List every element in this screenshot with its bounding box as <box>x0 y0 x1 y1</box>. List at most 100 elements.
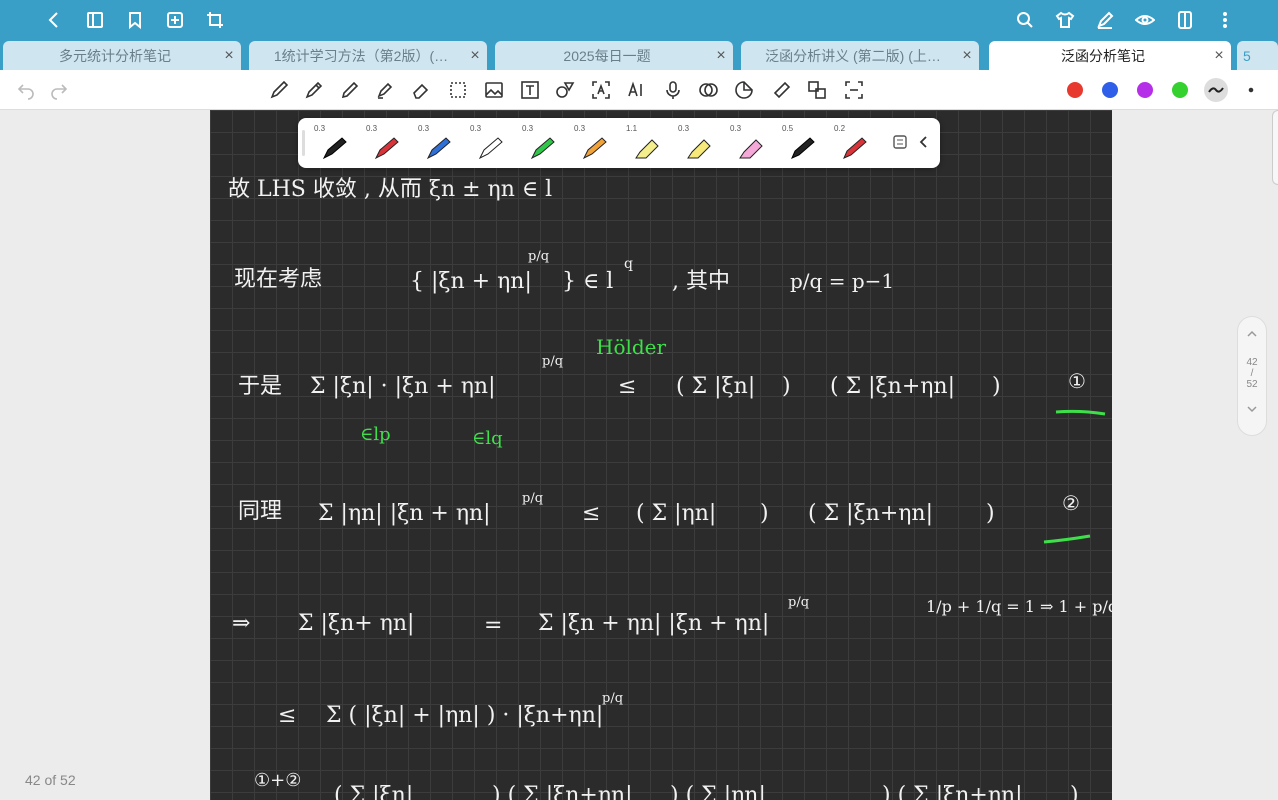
drawing-toolbar <box>0 70 1278 110</box>
note-line-7b: ( Σ |ξn| <box>334 783 413 800</box>
pen-icon <box>791 137 815 159</box>
highlighter-preset-1[interactable]: 1.1 <box>622 122 670 164</box>
math-ink-icon[interactable] <box>697 79 719 101</box>
close-icon[interactable]: × <box>1207 47 1231 65</box>
search-icon[interactable] <box>1013 8 1037 32</box>
note-line-2e: q <box>624 256 633 272</box>
eraser-icon[interactable] <box>410 79 432 101</box>
pen-size-label: 0.3 <box>522 124 534 133</box>
color-red[interactable] <box>1067 82 1083 98</box>
tab-functional-analysis-lectures[interactable]: 泛函分析讲义 (第二版) (上… × <box>741 41 979 70</box>
tab-label: 泛函分析笔记 <box>1061 47 1145 64</box>
shape-icon[interactable] <box>554 79 576 101</box>
collapse-palette-icon[interactable] <box>916 134 932 150</box>
highlighter-icon[interactable] <box>374 79 396 101</box>
pen-preset-5[interactable]: 0.3 <box>518 122 566 164</box>
pen-preset-8[interactable]: 0.2 <box>830 122 878 164</box>
pen-preset-3[interactable]: 0.3 <box>414 122 462 164</box>
eye-icon[interactable] <box>1133 8 1157 32</box>
nav-current-page: 42 <box>1246 357 1258 368</box>
handwritten-notes: 故 LHS 收敛 , 从而 ξn ± ηn ∈ l 现在考虑 { |ξn + η… <box>228 177 1112 800</box>
page-navigator: 42 / 52 <box>1237 316 1267 436</box>
image-icon[interactable] <box>483 79 505 101</box>
tab-daily-problem[interactable]: 2025每日一题 × <box>495 41 733 70</box>
pen-preset-7[interactable]: 0.5 <box>778 122 826 164</box>
pen-size-label: 0.3 <box>470 124 482 133</box>
highlighter-preset-2[interactable]: 0.3 <box>674 122 722 164</box>
note-line-2d: } ∈ l <box>562 269 613 294</box>
tab-statistical-learning[interactable]: 1统计学习方法（第2版）(… × <box>249 41 487 70</box>
bookmark-icon[interactable] <box>123 8 147 32</box>
more-dot-icon[interactable] <box>1240 79 1262 101</box>
note-line-3a: 于是 <box>238 374 282 399</box>
tab-overflow-count: 5 <box>1243 47 1251 64</box>
page-down-icon[interactable] <box>1238 402 1266 416</box>
note-line-4a: 同理 <box>238 499 282 524</box>
note-line-5c: = <box>484 613 502 638</box>
close-icon[interactable]: × <box>955 47 979 65</box>
pen-preset-1[interactable]: 0.3 <box>310 122 358 164</box>
note-exp-pq-1: p/q <box>542 354 563 369</box>
color-blue[interactable] <box>1102 82 1118 98</box>
close-icon[interactable]: × <box>217 47 241 65</box>
redo-icon[interactable] <box>48 79 70 101</box>
pen-icon <box>322 137 347 160</box>
shirt-icon[interactable] <box>1053 8 1077 32</box>
pen-preset-6[interactable]: 0.3 <box>570 122 618 164</box>
note-line-3e: ) <box>782 374 791 399</box>
side-panel-handle[interactable] <box>1272 110 1278 185</box>
nav-separator: / <box>1250 368 1254 379</box>
add-page-icon[interactable] <box>163 8 187 32</box>
note-line-3g: ) <box>992 374 1001 399</box>
tab-overflow[interactable]: 5 <box>1237 41 1278 70</box>
note-line-3b: Σ |ξn| · |ξn + ηn| <box>310 374 496 399</box>
tab-label: 1统计学习方法（第2版）(… <box>273 47 449 64</box>
fountain-pen-icon[interactable] <box>268 79 290 101</box>
note-line-1: 故 LHS 收敛 , 从而 ξn ± ηn ∈ l <box>228 177 552 202</box>
ocr-icon[interactable] <box>843 79 865 101</box>
note-line-4f: ( Σ |ξn+ηn| <box>808 501 933 526</box>
sticker-icon[interactable] <box>733 79 755 101</box>
holder-label: Hölder <box>596 335 667 359</box>
back-icon[interactable] <box>42 8 66 32</box>
stroke-style-icon[interactable] <box>1204 78 1228 102</box>
palette-settings-icon[interactable] <box>892 134 908 150</box>
highlighter-preset-3[interactable]: 0.3 <box>726 122 774 164</box>
note-line-5a: ⇒ <box>232 611 250 636</box>
pen-preset-4[interactable]: 0.3 <box>466 122 514 164</box>
close-icon[interactable]: × <box>463 47 487 65</box>
pen-mode-icon[interactable] <box>1093 8 1117 32</box>
close-icon[interactable]: × <box>709 47 733 65</box>
note-canvas[interactable]: 故 LHS 收敛 , 从而 ξn ± ηn ∈ l 现在考虑 { |ξn + η… <box>210 110 1112 800</box>
ballpoint-pen-icon[interactable] <box>339 79 361 101</box>
tab-multivariate-notes[interactable]: 多元统计分析笔记 × <box>3 41 241 70</box>
page-up-icon[interactable] <box>1238 327 1266 341</box>
pen-preset-2[interactable]: 0.3 <box>362 122 410 164</box>
text-recognition-icon[interactable] <box>590 79 612 101</box>
color-green[interactable] <box>1172 82 1188 98</box>
tape-icon[interactable] <box>771 79 793 101</box>
pencil-icon[interactable] <box>303 79 325 101</box>
microphone-icon[interactable] <box>662 79 684 101</box>
pen-size-label: 0.3 <box>366 124 378 133</box>
note-line-4b: Σ |ηn| |ξn + ηn| <box>318 501 491 526</box>
pen-size-label: 0.3 <box>730 124 742 133</box>
pen-size-label: 0.5 <box>782 124 794 133</box>
crop-icon[interactable] <box>203 8 227 32</box>
pen-icon <box>478 137 503 160</box>
color-purple[interactable] <box>1137 82 1153 98</box>
note-line-3c: ≤ <box>618 374 636 399</box>
tab-label: 泛函分析讲义 (第二版) (上… <box>765 47 941 64</box>
note-line-4c: ≤ <box>582 501 600 526</box>
pen-icon <box>530 137 555 160</box>
page-layout-icon[interactable] <box>1173 8 1197 32</box>
lasso-select-icon[interactable] <box>447 79 469 101</box>
tab-functional-analysis-notes[interactable]: 泛函分析笔记 × <box>989 41 1231 70</box>
book-icon[interactable] <box>83 8 107 32</box>
ai-icon[interactable] <box>626 79 648 101</box>
text-box-icon[interactable] <box>519 79 541 101</box>
palette-drag-handle[interactable] <box>302 130 305 156</box>
translate-icon[interactable] <box>806 79 828 101</box>
more-menu-icon[interactable] <box>1213 8 1237 32</box>
undo-icon[interactable] <box>15 79 37 101</box>
